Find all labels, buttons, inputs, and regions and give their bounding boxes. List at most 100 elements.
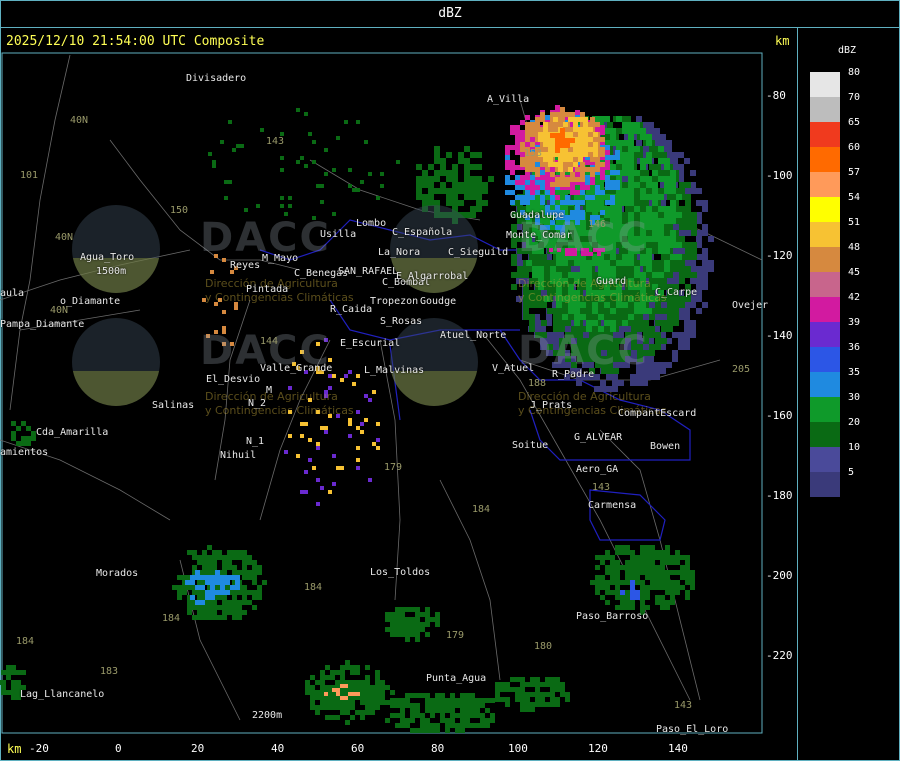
radar-cell (242, 575, 247, 580)
radar-cell (664, 158, 670, 164)
radar-cell (679, 224, 685, 230)
radar-cell (312, 140, 316, 144)
radar-cell (595, 137, 600, 142)
radar-cell (560, 692, 565, 697)
radar-cell (335, 700, 340, 705)
radar-cell (380, 685, 385, 690)
legend-swatch (810, 122, 840, 147)
radar-cell (559, 266, 565, 272)
radar-cell (237, 600, 242, 605)
radar-cell (535, 190, 540, 195)
radar-cell (505, 145, 510, 150)
radar-cell (649, 164, 655, 170)
radar-cell (16, 680, 21, 685)
radar-cell (222, 570, 227, 575)
radar-cell (618, 380, 624, 386)
radar-cell (450, 703, 455, 708)
radar-cell (16, 670, 21, 675)
radar-cell (540, 175, 545, 180)
radar-cell (395, 607, 400, 612)
radar-cell (445, 728, 450, 733)
radar-cell (376, 196, 380, 200)
radar-cell (670, 230, 676, 236)
radar-cell (560, 177, 565, 182)
radar-cell (325, 700, 330, 705)
radar-cell (610, 128, 616, 134)
radar-cell (610, 206, 616, 212)
radar-cell (480, 703, 485, 708)
radar-cell (227, 560, 232, 565)
radar-cell (658, 176, 664, 182)
radar-cell (574, 308, 580, 314)
route-label: 179 (384, 462, 403, 473)
radar-cell (425, 622, 430, 627)
radar-cell (553, 117, 558, 122)
radar-cell (332, 482, 336, 486)
radar-cell (573, 117, 578, 122)
radar-cell (630, 575, 635, 580)
radar-cell (345, 720, 350, 725)
radar-cell (565, 200, 570, 205)
radar-cell (505, 150, 510, 155)
radar-cell (511, 284, 517, 290)
radar-cell (396, 160, 400, 164)
radar-cell (415, 713, 420, 718)
radar-cell (680, 570, 685, 575)
radar-cell (505, 155, 510, 160)
radar-cell (615, 180, 620, 185)
radar-cell (625, 266, 631, 272)
radar-cell (610, 590, 615, 595)
radar-cell (585, 185, 590, 190)
radar-cell (344, 120, 348, 124)
radar-cell (505, 180, 510, 185)
radar-cell (247, 560, 252, 565)
radar-cell (550, 687, 555, 692)
radar-cell (615, 155, 620, 160)
radar-cell (446, 170, 452, 176)
radar-cell (610, 180, 615, 185)
radar-cell (702, 278, 708, 284)
radar-cell (578, 127, 583, 132)
radar-cell (222, 560, 227, 565)
radar-cell (380, 690, 385, 695)
radar-cell (583, 127, 588, 132)
radar-cell (592, 200, 598, 206)
radar-cell (570, 172, 575, 177)
radar-cell (511, 272, 517, 278)
radar-cell (667, 272, 673, 278)
radar-cell (352, 692, 356, 696)
radar-cell (475, 703, 480, 708)
radar-cell (685, 242, 691, 248)
radar-cell (650, 580, 655, 585)
place-label: A_Villa (487, 94, 530, 105)
radar-cell (702, 224, 708, 230)
radar-cell (610, 575, 615, 580)
radar-cell (335, 705, 340, 710)
radar-cell (336, 136, 340, 140)
radar-cell (665, 605, 670, 610)
radar-cell (588, 147, 593, 152)
radar-cell (1, 685, 6, 690)
radar-cell (592, 206, 598, 212)
radar-cell (548, 162, 553, 167)
route-label: 179 (446, 630, 465, 641)
radar-cell (296, 160, 300, 164)
radar-cell (452, 164, 458, 170)
radar-cell (460, 718, 465, 723)
radar-cell (425, 703, 430, 708)
radar-cell (535, 687, 540, 692)
radar-cell (345, 705, 350, 710)
radar-cell (425, 698, 430, 703)
radar-cell (610, 555, 615, 560)
radar-cell (685, 565, 690, 570)
radar-cell (615, 150, 620, 155)
radar-cell (460, 713, 465, 718)
radar-cell (440, 698, 445, 703)
radar-cell (372, 442, 376, 446)
radar-cell (691, 242, 697, 248)
place-label: Agua_Toro (80, 252, 135, 263)
radar-cell (570, 138, 575, 143)
radar-cell (435, 728, 440, 733)
radar-cell (320, 680, 325, 685)
radar-cell (520, 130, 525, 135)
